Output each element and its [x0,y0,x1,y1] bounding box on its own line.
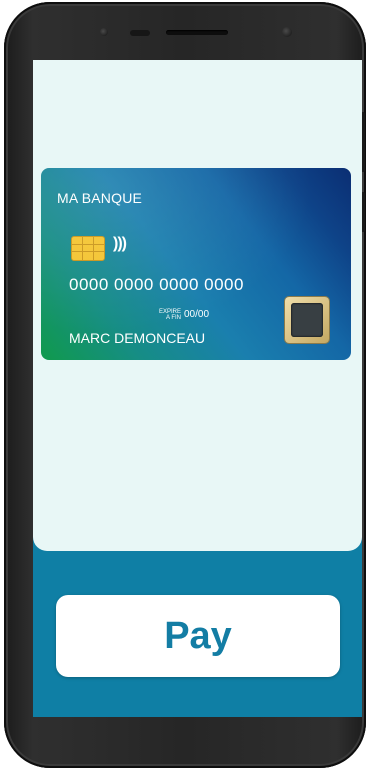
expiry-label-line2: A FIN [166,315,182,321]
earpiece-speaker [166,30,228,35]
card-chip-icon [71,236,105,261]
bank-name: MA BANQUE [57,190,143,206]
contactless-icon: ))) [113,235,127,252]
phone-screen: MA BANQUE ))) 0000 0000 0000 0000 EXPIRE… [33,60,362,717]
card-expiry: 00/00 [184,309,210,320]
card-number: 0000 0000 0000 0000 [69,275,244,294]
card-holder-name: MARC DEMONCEAU [69,330,206,346]
expiry-label: EXPIRE A FIN [159,309,181,321]
proximity-sensor [130,30,150,36]
phone-frame: MA BANQUE ))) 0000 0000 0000 0000 EXPIRE… [4,2,366,768]
front-camera [100,28,108,36]
bank-card: MA BANQUE ))) 0000 0000 0000 0000 EXPIRE… [41,168,351,360]
pay-button[interactable]: Pay [56,595,340,677]
fingerprint-sensor-icon[interactable] [285,297,329,343]
card-display-panel: MA BANQUE ))) 0000 0000 0000 0000 EXPIRE… [33,60,362,551]
front-camera-secondary [282,27,292,37]
